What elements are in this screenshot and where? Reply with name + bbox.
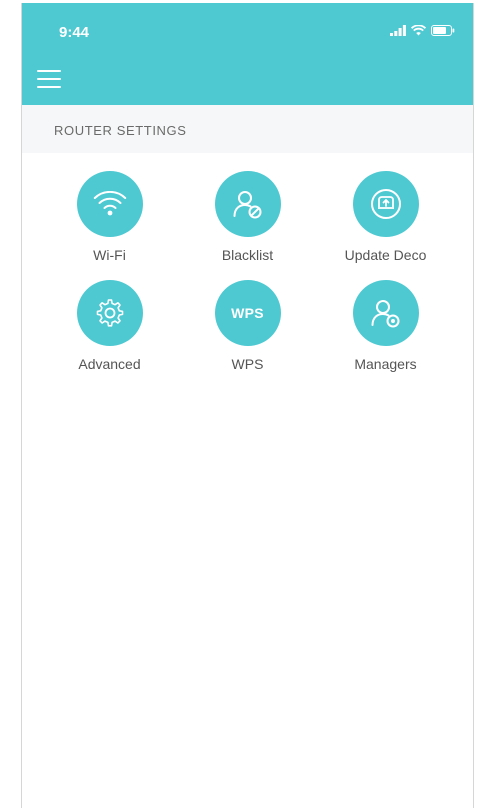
- wps-icon: WPS: [214, 280, 281, 346]
- section-header: ROUTER SETTINGS: [22, 105, 473, 153]
- status-icons: [390, 25, 455, 36]
- tile-managers[interactable]: Managers: [317, 280, 455, 389]
- tile-label: Wi-Fi: [93, 247, 126, 263]
- hamburger-menu-icon[interactable]: [37, 70, 61, 88]
- top-bar: 9:44: [22, 3, 473, 105]
- wifi-icon: [76, 171, 143, 237]
- app-screen: 9:44 ROUTER SETTINGS Wi-Fi Blacklist Upd…: [21, 3, 474, 808]
- tile-update-deco[interactable]: Update Deco: [317, 171, 455, 280]
- tile-blacklist[interactable]: Blacklist: [179, 171, 317, 280]
- status-time: 9:44: [59, 24, 90, 41]
- tile-label: WPS: [231, 356, 264, 372]
- settings-grid: Wi-Fi Blacklist Update Deco Advanced WPS…: [22, 171, 473, 389]
- user-manager-icon: [352, 280, 419, 346]
- tile-label: Blacklist: [221, 247, 274, 263]
- wps-icon-text: WPS: [231, 305, 264, 321]
- menu-line: [37, 78, 61, 80]
- gear-icon: [76, 280, 143, 346]
- tile-advanced[interactable]: Advanced: [41, 280, 179, 389]
- menu-line: [37, 70, 61, 72]
- wifi-icon: [411, 25, 426, 36]
- signal-icon: [390, 25, 406, 36]
- tile-label: Advanced: [78, 356, 141, 372]
- deco-update-icon: [352, 171, 419, 237]
- tile-label: Managers: [354, 356, 417, 372]
- user-blocked-icon: [214, 171, 281, 237]
- tile-wifi[interactable]: Wi-Fi: [41, 171, 179, 280]
- section-title: ROUTER SETTINGS: [54, 123, 187, 138]
- tile-wps[interactable]: WPS WPS: [179, 280, 317, 389]
- battery-icon: [431, 25, 455, 36]
- menu-line: [37, 86, 61, 88]
- tile-label: Update Deco: [344, 247, 427, 263]
